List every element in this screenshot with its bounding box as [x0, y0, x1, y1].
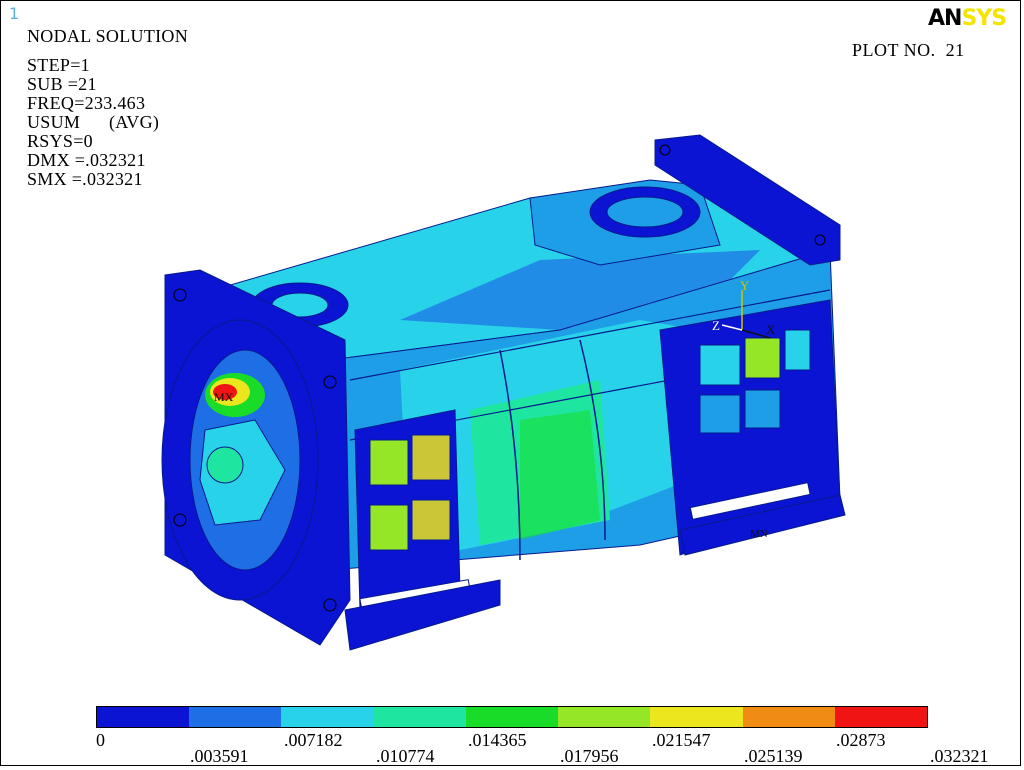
axis-z-label: Z	[712, 318, 720, 333]
legend-swatch-3	[281, 707, 374, 727]
legend-label-bottom-4: .025139	[744, 746, 803, 766]
min-marker: MN	[750, 528, 768, 540]
axis-y-label: Y	[740, 278, 750, 293]
legend-label-bottom-1: .003591	[190, 746, 249, 766]
legend-label-top-5: .02873	[836, 730, 886, 750]
legend-label-top-3: .014365	[468, 730, 527, 750]
legend-swatch-9	[834, 707, 927, 727]
legend-label-top-1: 0	[96, 730, 105, 750]
contour-legend-bar	[96, 706, 928, 728]
axis-x-label: X	[766, 322, 776, 337]
legend-swatch-2	[189, 707, 282, 727]
legend-swatch-5	[465, 707, 559, 727]
legend-swatch-7	[650, 707, 743, 727]
legend-swatch-8	[742, 707, 835, 727]
legend-label-top-4: .021547	[652, 730, 711, 750]
max-marker: MX	[214, 390, 234, 404]
fem-model	[161, 134, 846, 651]
legend-label-top-2: .007182	[284, 730, 343, 750]
legend-swatch-4	[373, 707, 466, 727]
legend-label-bottom-5: .032321	[930, 746, 989, 766]
legend-swatch-6	[558, 707, 651, 727]
legend-label-bottom-3: .017956	[560, 746, 619, 766]
legend-swatch-1	[97, 707, 190, 727]
legend-label-bottom-2: .010774	[376, 746, 435, 766]
